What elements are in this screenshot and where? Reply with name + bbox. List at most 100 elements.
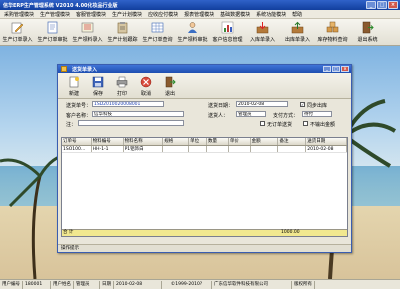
clipboard-icon — [117, 22, 128, 34]
save-button[interactable]: 保存 — [86, 73, 110, 98]
grid-header: 订单号 物料编号 物料名称 规格 单位 数量 单价 金额 备注 送货日期 — [62, 138, 347, 146]
col-spec[interactable]: 规格 — [163, 138, 190, 145]
menu-customer-service[interactable]: 客服管理模块 — [76, 11, 106, 18]
date-value: 2010-02-08 — [114, 280, 162, 289]
sync-out-label: 同步出库 — [307, 103, 328, 109]
list-icon — [81, 22, 94, 33]
menu-system[interactable]: 系统功能模块 — [256, 11, 286, 18]
close-button[interactable]: × — [388, 1, 398, 9]
deliverer-label: 送货人： — [208, 113, 229, 119]
toolbar-customer-info[interactable]: 客户信息管理 — [210, 19, 245, 46]
payment-label: 支付方式： — [273, 113, 299, 119]
customer-label: 客户名称： — [66, 113, 92, 119]
main-status-bar: 用户编号 180001 用户姓名 管理员 日期 2010-02-08 ©1999… — [0, 279, 400, 289]
minimize-button[interactable]: _ — [366, 1, 376, 9]
new-button[interactable]: 新建 — [62, 73, 86, 98]
col-price[interactable]: 单价 — [229, 138, 251, 145]
col-remark[interactable]: 备注 — [278, 138, 307, 145]
col-qty[interactable]: 数量 — [207, 138, 229, 145]
date-field[interactable]: 2010-02-08 — [236, 101, 288, 107]
delivery-form: 送货单号： 1SD2010020008001 送货日期： 2010-02-08 … — [58, 99, 351, 133]
menu-reports[interactable]: 报表管理模块 — [184, 11, 214, 18]
col-material-code[interactable]: 物料编号 — [92, 138, 124, 145]
exit-button[interactable]: 退出 — [158, 73, 182, 98]
dialog-toolbar: 新建 保存 打印 取消 退出 — [58, 73, 351, 99]
user-id-label: 用户编号 — [0, 280, 23, 289]
dialog-maximize-button[interactable]: □ — [332, 66, 340, 72]
dialog-minimize-button[interactable]: _ — [323, 66, 331, 72]
print-icon — [116, 76, 128, 88]
menu-purchase[interactable]: 采购管理模块 — [4, 11, 34, 18]
delivery-items-grid[interactable]: 订单号 物料编号 物料名称 规格 单位 数量 单价 金额 备注 送货日期 1SO… — [61, 137, 348, 237]
toolbar-production-order-entry[interactable]: 生产订单录入 — [0, 19, 35, 46]
no-order-delivery-label: 无订单送货 — [267, 122, 293, 128]
company-name: 广东信华软件科技有限公司 — [212, 280, 292, 289]
app-titlebar: 信华ERP生产管理系统 V2010 4.00化妆品行业版 _ □ × — [0, 0, 400, 10]
customer-field[interactable]: 信华科技 — [92, 111, 184, 117]
new-doc-icon — [69, 76, 79, 88]
grid-icon — [151, 22, 164, 33]
note-field[interactable] — [78, 120, 184, 126]
main-toolbar: 生产订单录入 生产订单审批 生产领料录入 生产计划跟踪 生产订单查询 生产领料审… — [0, 19, 400, 46]
menu-bar: 采购管理模块 生产管理模块 客服管理模块 生产计划模块 应收应付模块 报表管理模… — [0, 10, 400, 19]
payment-select[interactable]: 待付 — [302, 111, 332, 117]
toolbar-material-issue-approve[interactable]: 生产领料审批 — [175, 19, 210, 46]
chart-icon — [221, 21, 234, 34]
menu-production[interactable]: 生产管理模块 — [40, 11, 70, 18]
col-order-no[interactable]: 订单号 — [62, 138, 92, 145]
document-icon — [47, 21, 58, 34]
dialog-close-button[interactable]: × — [341, 66, 349, 72]
dialog-titlebar: 送货单录入 _ □ × — [58, 65, 351, 73]
note-label: 注： — [66, 122, 77, 128]
menu-base-data[interactable]: 基础数据模块 — [220, 11, 250, 18]
maximize-button[interactable]: □ — [377, 1, 387, 9]
toolbar-exit-system[interactable]: 退出系统 — [350, 19, 385, 46]
col-unit[interactable]: 单位 — [189, 138, 207, 145]
dialog-title: 送货单录入 — [72, 66, 98, 73]
exit-icon — [362, 21, 374, 34]
no-order-delivery-checkbox[interactable] — [260, 121, 265, 126]
exit-icon — [165, 76, 176, 88]
toolbar-stock-out-entry[interactable]: 出库单录入 — [280, 19, 315, 46]
user-name-value: 管理员 — [74, 280, 100, 289]
table-row[interactable]: 1SO100… HH-1-1 P1铝饰白 2010-02-08 — [62, 146, 347, 153]
pencil-icon — [11, 22, 24, 34]
deliverer-field[interactable]: 管理员 — [236, 111, 266, 117]
menu-help[interactable]: 帮助 — [292, 11, 302, 18]
save-icon — [92, 76, 104, 88]
user-id-value: 180001 — [23, 280, 51, 289]
toolbar-inventory-query[interactable]: 库存物料查询 — [315, 19, 350, 46]
print-button[interactable]: 打印 — [110, 73, 134, 98]
total-label: 合 计 — [63, 230, 74, 235]
app-title: 信华ERP生产管理系统 V2010 4.00化妆品行业版 — [3, 2, 118, 9]
toolbar-production-order-query[interactable]: 生产订单查询 — [140, 19, 175, 46]
toolbar-plan-tracking[interactable]: 生产计划跟踪 — [105, 19, 140, 46]
total-amount: 1000.00 — [281, 230, 300, 235]
menu-production-plan[interactable]: 生产计划模块 — [112, 11, 142, 18]
cancel-button[interactable]: 取消 — [134, 73, 158, 98]
dialog-status-bar: 操作提示 — [58, 244, 351, 252]
user-name-label: 用户姓名 — [51, 280, 74, 289]
date-label: 日期 — [100, 280, 114, 289]
grid-total-row: 合 计 1000.00 — [62, 229, 347, 236]
toolbar-stock-in-entry[interactable]: 入库单录入 — [245, 19, 280, 46]
col-delivery-date[interactable]: 送货日期 — [306, 138, 347, 145]
col-amount[interactable]: 金额 — [251, 138, 279, 145]
toolbar-production-order-approve[interactable]: 生产订单审批 — [35, 19, 70, 46]
dialog-app-icon — [61, 66, 67, 72]
col-material-name[interactable]: 物料名称 — [124, 138, 164, 145]
delivery-order-dialog: 送货单录入 _ □ × 新建 保存 打印 取消 退出 送货单号： 1SD2010… — [57, 64, 352, 253]
toolbar-material-issue-entry[interactable]: 生产领料录入 — [70, 19, 105, 46]
menu-receivable-payable[interactable]: 应收应付模块 — [148, 11, 178, 18]
sync-out-checkbox[interactable]: ✓ — [300, 101, 305, 107]
upload-icon — [291, 21, 304, 34]
copyright-text: ©1999-2010? — [162, 280, 212, 289]
order-no-field[interactable]: 1SD2010020008001 — [92, 101, 164, 107]
cancel-icon — [140, 76, 152, 88]
order-no-label: 送货单号： — [66, 103, 92, 109]
person-icon — [188, 22, 197, 33]
date-label: 送货日期： — [208, 103, 234, 109]
hide-amount-checkbox[interactable] — [303, 121, 308, 126]
hide-amount-label: 不输出金额 — [310, 122, 336, 128]
rights-text: 版权所有 — [292, 280, 315, 289]
